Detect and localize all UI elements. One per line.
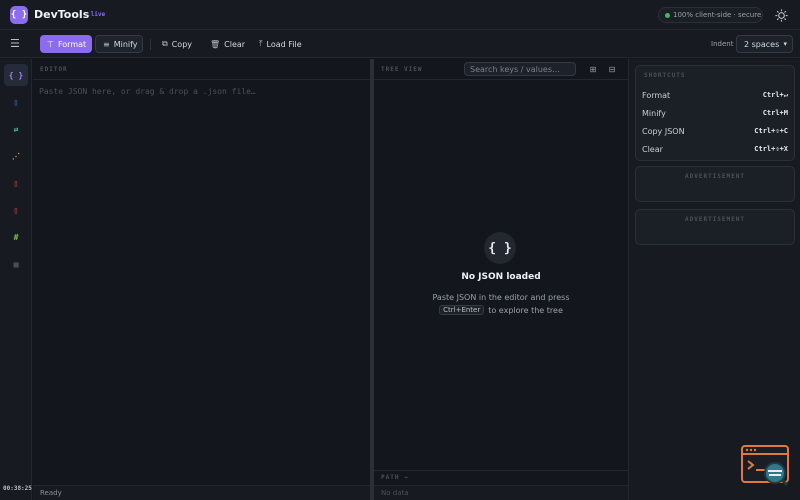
terminal-search-fab[interactable]	[741, 445, 789, 487]
upload-icon: ⤒	[259, 39, 263, 48]
tree-search-input[interactable]	[464, 62, 576, 76]
shortcut-row: Clear Ctrl+⇧+X	[636, 140, 794, 158]
path-bar: No data	[374, 485, 628, 500]
format-button[interactable]: ⊤ Format	[40, 35, 92, 53]
ad-label: ADVERTISEMENT	[685, 173, 745, 180]
editor-header: EDITOR	[33, 59, 370, 80]
clear-button[interactable]: 🗑 Clear	[203, 35, 252, 53]
ad-label: ADVERTISEMENT	[685, 216, 745, 223]
empty-state-title: No JSON loaded	[461, 272, 541, 282]
kbd-shortcut: Ctrl+Enter	[439, 305, 485, 315]
editor-panel: EDITOR Ready	[33, 59, 370, 500]
braces-icon: { }	[484, 232, 516, 264]
secure-badge: 100% client-side · secure	[658, 7, 763, 23]
grid-icon: ▦	[13, 259, 19, 269]
device-icon: ▯	[13, 97, 19, 107]
shortcut-row: Minify Ctrl+M	[636, 104, 794, 122]
trash-icon: 🗑	[210, 39, 221, 49]
tree-title: TREE VIEW	[381, 66, 423, 73]
format-icon: ⊤	[47, 39, 54, 49]
rail-item-document[interactable]: ▯	[4, 172, 28, 194]
rail-item-file[interactable]: ▯	[4, 199, 28, 221]
status-text: Ready	[40, 489, 62, 497]
diff-icon: ⇄	[13, 124, 19, 134]
sun-icon	[775, 9, 788, 22]
secure-text: 100% client-side · secure	[673, 11, 762, 19]
copy-button[interactable]: ⧉ Copy	[155, 35, 199, 53]
json-editor[interactable]	[39, 87, 359, 477]
copy-icon: ⧉	[162, 39, 168, 48]
format-label: Format	[57, 39, 87, 49]
right-sidebar: SHORTCUTS Format Ctrl+↵ Minify Ctrl+M Co…	[628, 59, 800, 500]
rail-item-grid[interactable]: ▦	[4, 253, 28, 275]
editor-status-bar: Ready	[33, 485, 370, 500]
shortcut-key: Ctrl+⇧+X	[754, 145, 788, 153]
logo-icon[interactable]: { }	[10, 6, 28, 24]
document-icon: ▯	[13, 178, 19, 188]
load-file-button[interactable]: ⤒ Load File	[252, 35, 309, 53]
shortcut-key: Ctrl+⇧+C	[754, 127, 788, 135]
empty-state-hint-text: to explore the tree	[488, 305, 563, 315]
hash-icon: #	[13, 232, 19, 242]
chevron-down-icon: ▾	[783, 40, 787, 48]
ad-slot: ADVERTISEMENT	[635, 166, 795, 202]
copy-label: Copy	[171, 39, 193, 49]
shortcuts-title: SHORTCUTS	[644, 72, 686, 79]
shortcut-label: Minify	[642, 108, 666, 118]
shortcut-label: Format	[642, 90, 671, 100]
minify-icon: ≡	[103, 39, 110, 49]
status-dot-icon	[665, 12, 670, 18]
path-label: PATH →	[381, 474, 409, 481]
terminal-search-icon	[741, 445, 789, 487]
path-text: No data	[381, 489, 409, 497]
indent-value: 2 spaces	[744, 39, 780, 49]
app-title[interactable]: DevTools	[34, 8, 89, 21]
rail-item-transform[interactable]: ⋰	[4, 145, 28, 167]
menu-icon[interactable]: ☰	[10, 38, 20, 50]
shortcut-label: Clear	[642, 144, 663, 154]
expand-all-icon[interactable]: ⊞	[587, 63, 599, 75]
empty-state-description: Paste JSON in the editor and press	[432, 293, 570, 302]
app-header: { } DevTools .live 100% client-side · se…	[0, 0, 800, 30]
file-icon: ▯	[13, 205, 19, 215]
minify-button[interactable]: ≡ Minify	[95, 35, 143, 53]
json-icon: { }	[8, 70, 24, 80]
indent-select[interactable]: 2 spaces ▾	[736, 35, 793, 53]
toolbar-divider	[150, 39, 151, 50]
load-label: Load File	[266, 39, 302, 49]
empty-state-hint: Ctrl+Enter to explore the tree	[374, 305, 628, 315]
shortcut-row: Format Ctrl+↵	[636, 86, 794, 104]
collapse-all-icon[interactable]: ⊟	[606, 63, 618, 75]
clock: 00:38:25	[3, 485, 32, 492]
rail-item-device[interactable]: ▯	[4, 91, 28, 113]
ad-slot: ADVERTISEMENT	[635, 209, 795, 245]
minify-label: Minify	[113, 39, 138, 49]
shortcut-row: Copy JSON Ctrl+⇧+C	[636, 122, 794, 140]
theme-toggle-button[interactable]	[774, 8, 789, 23]
shortcut-label: Copy JSON	[642, 126, 685, 136]
transform-icon: ⋰	[12, 151, 20, 161]
shortcuts-card: SHORTCUTS Format Ctrl+↵ Minify Ctrl+M Co…	[635, 65, 795, 161]
indent-label: Indent	[711, 40, 734, 48]
tree-panel: TREE VIEW ⊞ ⊟ { } No JSON loaded Paste J…	[374, 59, 628, 500]
tree-header: TREE VIEW ⊞ ⊟	[374, 59, 628, 80]
toolbar: ☰ ⊤ Format ≡ Minify ⧉ Copy 🗑 Clear ⤒ Loa…	[0, 30, 800, 58]
app-tld: .live	[87, 11, 106, 18]
shortcut-key: Ctrl+M	[762, 109, 788, 117]
rail-item-json[interactable]: { }	[4, 64, 28, 86]
editor-title: EDITOR	[40, 66, 68, 73]
rail-item-diff[interactable]: ⇄	[4, 118, 28, 140]
rail-item-hash[interactable]: #	[4, 226, 28, 248]
shortcut-key: Ctrl+↵	[762, 91, 788, 99]
path-header: PATH →	[374, 470, 628, 484]
tool-rail: { } ▯ ⇄ ⋰ ▯ ▯ # ▦ 00:38:25	[0, 59, 32, 500]
clear-label: Clear	[224, 39, 246, 49]
